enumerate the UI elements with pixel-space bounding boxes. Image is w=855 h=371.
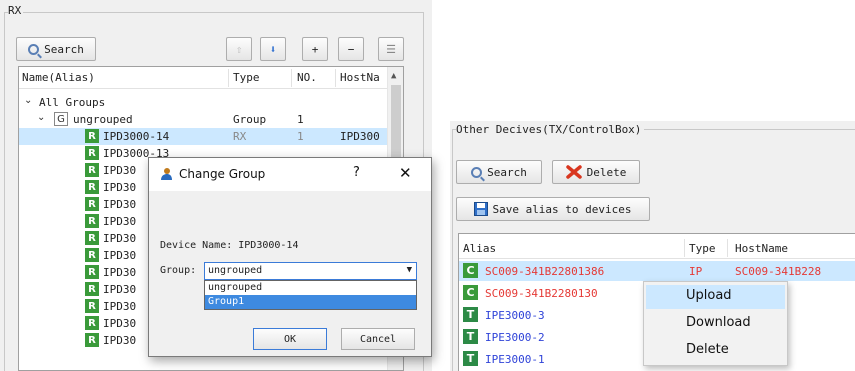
group-select[interactable]: ungrouped ▼ bbox=[204, 262, 417, 280]
move-down-button[interactable]: ⬇ bbox=[260, 37, 286, 61]
rx-device-icon: R bbox=[85, 214, 99, 228]
menu-item-delete[interactable]: Delete bbox=[646, 339, 785, 363]
scroll-up-icon[interactable]: ▲ bbox=[391, 71, 396, 81]
floppy-disk-icon bbox=[474, 202, 489, 216]
col-type[interactable]: Type bbox=[689, 242, 716, 255]
device-name-label: Device Name: IPD3000-14 bbox=[160, 240, 299, 251]
rx-search-button[interactable]: Search bbox=[16, 37, 96, 61]
group-option-highlighted[interactable]: Group1 bbox=[205, 295, 416, 309]
cancel-button[interactable]: Cancel bbox=[341, 328, 415, 350]
table-row[interactable]: C SC009-341B22801386 IP SC009-341B228 bbox=[459, 261, 855, 281]
dialog-title: Change Group bbox=[179, 167, 266, 181]
change-group-dialog: Change Group ? ✕ Device Name: IPD3000-14… bbox=[148, 157, 432, 357]
col-no[interactable]: NO. bbox=[297, 71, 317, 84]
move-up-button[interactable]: ⇧ bbox=[226, 37, 252, 61]
tx-device-icon: T bbox=[463, 307, 478, 322]
col-alias[interactable]: Alias bbox=[463, 242, 496, 255]
tree-row-selected[interactable]: R IPD3000-14 RX 1 IPD300 bbox=[19, 128, 389, 145]
help-icon[interactable]: ? bbox=[353, 165, 360, 180]
close-icon[interactable]: ✕ bbox=[399, 164, 412, 182]
arrow-up-icon: ⇧ bbox=[235, 42, 243, 56]
rx-group-title: RX bbox=[8, 4, 24, 17]
plus-icon: + bbox=[311, 42, 319, 56]
remove-button[interactable]: − bbox=[338, 37, 364, 61]
group-icon: G bbox=[54, 112, 68, 126]
controlbox-icon: C bbox=[463, 285, 478, 300]
tx-device-icon: T bbox=[463, 351, 478, 366]
controlbox-icon: C bbox=[463, 263, 478, 278]
rx-device-icon: R bbox=[85, 180, 99, 194]
save-alias-button[interactable]: Save alias to devices bbox=[456, 197, 650, 221]
rx-device-icon: R bbox=[85, 299, 99, 313]
tree-header: Name(Alias) Type NO. HostNa bbox=[19, 67, 389, 89]
menu-item-upload[interactable]: Upload bbox=[646, 285, 785, 309]
minus-icon: − bbox=[347, 42, 355, 56]
search-icon bbox=[471, 166, 483, 178]
table-header: Alias Type HostName bbox=[459, 237, 855, 259]
rx-device-icon: R bbox=[85, 316, 99, 330]
search-icon bbox=[28, 43, 40, 55]
rx-device-icon: R bbox=[85, 129, 99, 143]
other-search-button[interactable]: Search bbox=[456, 160, 542, 184]
group-label: Group: bbox=[160, 265, 197, 276]
rx-device-icon: R bbox=[85, 248, 99, 262]
arrow-down-icon: ⬇ bbox=[269, 42, 277, 56]
chevron-down-icon[interactable]: ⌄ bbox=[24, 95, 32, 106]
tree-row-group[interactable]: ⌄ G ungrouped Group 1 bbox=[19, 111, 389, 128]
rx-device-icon: R bbox=[85, 333, 99, 347]
user-group-icon bbox=[161, 168, 172, 180]
rx-device-icon: R bbox=[85, 265, 99, 279]
other-devices-title: Other Decives(TX/ControlBox) bbox=[456, 123, 645, 136]
rx-device-icon: R bbox=[85, 146, 99, 160]
rx-device-icon: R bbox=[85, 282, 99, 296]
delete-button[interactable]: Delete bbox=[552, 160, 640, 184]
col-hostname[interactable]: HostNa bbox=[340, 71, 380, 84]
col-name-alias[interactable]: Name(Alias) bbox=[22, 71, 95, 84]
chevron-down-icon[interactable]: ⌄ bbox=[37, 112, 45, 123]
list-icon: ☰ bbox=[386, 42, 396, 56]
group-options-list: ungrouped Group1 bbox=[204, 280, 417, 310]
dropdown-arrow-icon[interactable]: ▼ bbox=[407, 265, 412, 275]
tree-row-all-groups[interactable]: ⌄ All Groups bbox=[19, 94, 389, 111]
tx-device-icon: T bbox=[463, 329, 478, 344]
rx-device-icon: R bbox=[85, 163, 99, 177]
delete-x-icon bbox=[565, 165, 582, 179]
context-menu: Upload Download Delete bbox=[643, 281, 788, 366]
ok-button[interactable]: OK bbox=[253, 328, 327, 350]
dialog-titlebar[interactable]: Change Group ? ✕ bbox=[149, 158, 431, 191]
rx-device-icon: R bbox=[85, 231, 99, 245]
group-option[interactable]: ungrouped bbox=[205, 281, 416, 295]
menu-item-download[interactable]: Download bbox=[646, 312, 785, 336]
list-menu-button[interactable]: ☰ bbox=[378, 37, 404, 61]
col-type[interactable]: Type bbox=[233, 71, 260, 84]
rx-device-icon: R bbox=[85, 197, 99, 211]
col-hostname[interactable]: HostName bbox=[735, 242, 788, 255]
add-button[interactable]: + bbox=[302, 37, 328, 61]
